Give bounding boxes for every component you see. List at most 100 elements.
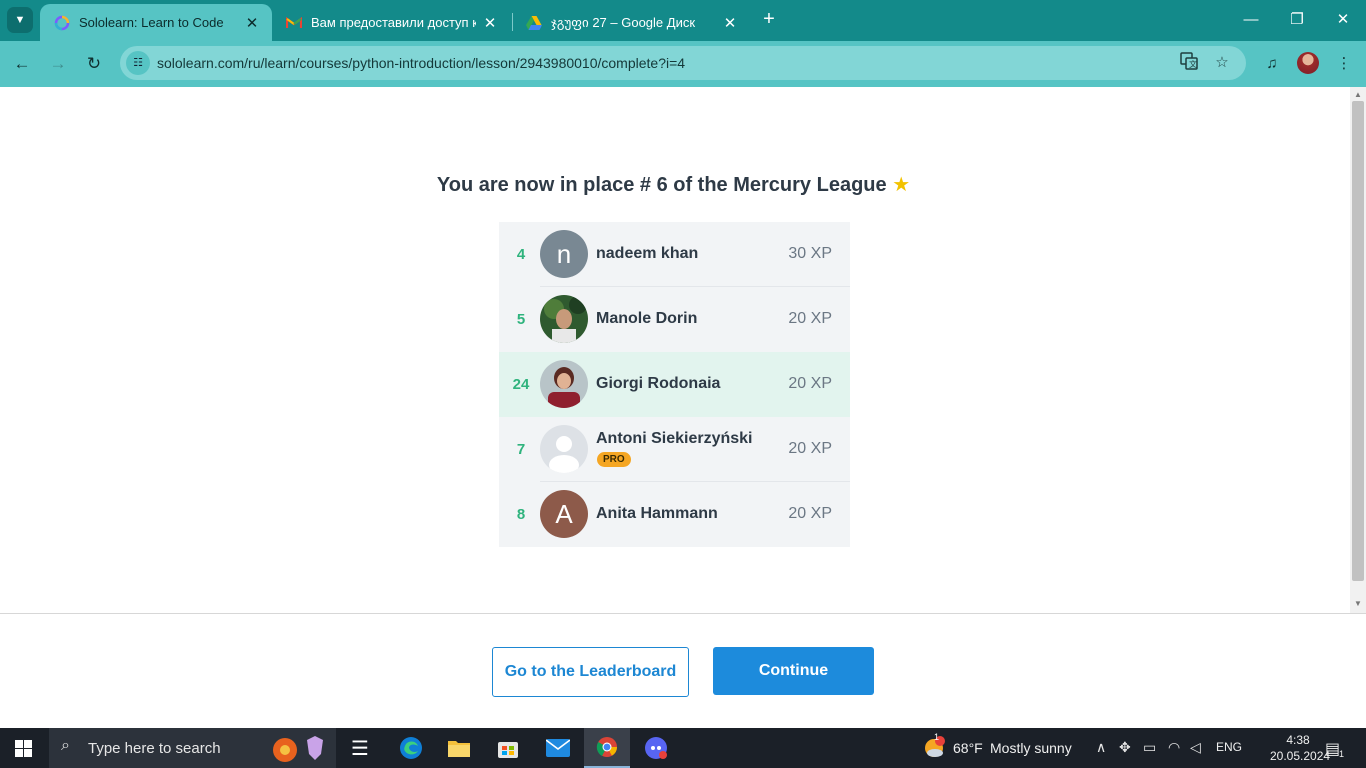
- leaderboard-row[interactable]: 4 n nadeem khan 30 XP: [499, 222, 850, 287]
- lesson-actions-bar: Go to the Leaderboard Continue: [0, 613, 1366, 728]
- tab-google-drive[interactable]: ჯგუფი 27 – Google Диск ✕: [512, 4, 750, 41]
- xp-value: 20 XP: [788, 505, 832, 522]
- chrome-app-icon[interactable]: [584, 728, 630, 768]
- weather-badge: 1: [934, 732, 940, 742]
- weather-temp[interactable]: 68°F: [953, 740, 983, 756]
- sololearn-favicon-icon: [54, 15, 70, 31]
- google-drive-favicon-icon: [526, 15, 542, 31]
- lesson-complete-page: You are now in place # 6 of the Mercury …: [0, 87, 1350, 614]
- tab-title: ჯგუფი 27 – Google Диск: [551, 14, 696, 30]
- league-place-headline: You are now in place # 6 of the Mercury …: [0, 172, 1347, 197]
- close-tab-icon[interactable]: ✕: [722, 14, 738, 32]
- system-clock[interactable]: 4:38 20.05.2024: [1270, 732, 1331, 764]
- go-to-leaderboard-button[interactable]: Go to the Leaderboard: [492, 647, 689, 697]
- user-photo-icon: [540, 360, 588, 408]
- windows-start-icon[interactable]: [15, 740, 32, 757]
- leaderboard-list: 4 n nadeem khan 30 XP 5 Manole Dorin 20: [499, 222, 850, 547]
- leaderboard-row[interactable]: 5 Manole Dorin 20 XP: [499, 287, 850, 352]
- headline-text: You are now in place # 6 of the Mercury …: [436, 174, 887, 196]
- browser-tab-strip: ▼ Sololearn: Learn to Code ✕ Вам предост…: [0, 0, 1366, 41]
- tab-search-button[interactable]: ▼: [7, 7, 33, 33]
- new-tab-button[interactable]: +: [758, 8, 780, 30]
- tab-gmail[interactable]: Вам предоставили доступ к папке ✕: [272, 4, 510, 41]
- language-indicator[interactable]: ENG: [1216, 740, 1242, 754]
- search-placeholder[interactable]: Type here to search: [88, 740, 221, 757]
- scroll-down-icon[interactable]: ▼: [1353, 599, 1363, 608]
- microsoft-store-icon[interactable]: [485, 728, 531, 768]
- rank-number: 24: [512, 376, 530, 393]
- file-explorer-icon[interactable]: [436, 728, 482, 768]
- leaderboard-row[interactable]: 7 Antoni Siekierzyński PRO 20 XP: [499, 417, 850, 482]
- user-photo-icon: [540, 295, 588, 343]
- rank-number: 5: [516, 311, 526, 328]
- close-window-button[interactable]: ✕: [1329, 8, 1357, 32]
- avatar: n: [540, 230, 588, 278]
- menu-kebab-icon[interactable]: ⋮: [1331, 51, 1357, 77]
- clock-date: 20.05.2024: [1270, 749, 1331, 763]
- user-name: Giorgi Rodonaia: [596, 375, 721, 392]
- tab-title: Вам предоставили доступ к папке: [311, 15, 476, 30]
- chevron-down-icon: ▼: [14, 14, 26, 26]
- user-name: Antoni Siekierzyński: [596, 430, 753, 447]
- task-view-icon[interactable]: ☰: [337, 728, 383, 768]
- security-tray-icon[interactable]: ✥: [1119, 739, 1131, 756]
- discord-app-icon[interactable]: [633, 728, 679, 768]
- translate-icon[interactable]: 文: [1178, 52, 1200, 74]
- avatar: [540, 295, 588, 343]
- search-icon: ⌕: [61, 737, 70, 754]
- xp-value: 20 XP: [788, 440, 832, 457]
- address-bar[interactable]: ☷ sololearn.com/ru/learn/courses/python-…: [120, 46, 1246, 80]
- close-tab-icon[interactable]: ✕: [244, 14, 260, 32]
- wifi-icon[interactable]: ◠: [1168, 739, 1180, 756]
- close-tab-icon[interactable]: ✕: [482, 14, 498, 32]
- browser-toolbar: ← → ↻ ☷ sololearn.com/ru/learn/courses/p…: [0, 41, 1366, 87]
- rank-number: 4: [516, 246, 526, 263]
- leaderboard-row[interactable]: 8 A Anita Hammann 20 XP: [499, 482, 850, 547]
- star-burst-icon: ★: [892, 174, 911, 196]
- scroll-up-icon[interactable]: ▲: [1353, 90, 1363, 99]
- forward-button[interactable]: →: [45, 51, 71, 77]
- avatar-letter: A: [555, 498, 573, 529]
- leaderboard-row-current-user[interactable]: 24 Giorgi Rodonaia 20 XP: [499, 352, 850, 417]
- tab-sololearn[interactable]: Sololearn: Learn to Code ✕: [40, 4, 272, 41]
- user-name: Anita Hammann: [596, 505, 718, 522]
- weather-text[interactable]: Mostly sunny: [990, 740, 1072, 756]
- bookmark-star-icon[interactable]: ☆: [1211, 52, 1233, 74]
- reload-button[interactable]: ↻: [81, 51, 107, 77]
- avatar: A: [540, 490, 588, 538]
- rank-number: 7: [516, 441, 526, 458]
- gmail-favicon-icon: [286, 15, 302, 31]
- notification-center-icon[interactable]: ▤: [1325, 739, 1340, 759]
- restore-button[interactable]: ❐: [1283, 8, 1311, 32]
- profile-avatar[interactable]: [1297, 52, 1319, 74]
- user-name: Manole Dorin: [596, 310, 698, 327]
- pro-badge: PRO: [597, 452, 631, 467]
- continue-button[interactable]: Continue: [713, 647, 874, 695]
- clock-time: 4:38: [1286, 733, 1310, 747]
- scroll-thumb[interactable]: [1352, 101, 1364, 581]
- default-user-icon: [540, 425, 588, 473]
- user-name: nadeem khan: [596, 245, 699, 262]
- page-scrollbar[interactable]: ▲ ▼: [1350, 87, 1366, 614]
- xp-value: 30 XP: [788, 245, 832, 262]
- chevron-up-icon[interactable]: ∧: [1096, 739, 1106, 756]
- media-control-icon[interactable]: ♫: [1259, 51, 1285, 77]
- back-button[interactable]: ←: [9, 51, 35, 77]
- avatar: [540, 360, 588, 408]
- xp-value: 20 XP: [788, 310, 832, 327]
- taskbar-search[interactable]: ⌕ Type here to search: [49, 728, 336, 768]
- search-highlight-flower-icon: [273, 736, 323, 762]
- edge-app-icon[interactable]: [388, 728, 434, 768]
- notification-count: 1: [1339, 749, 1345, 759]
- minimize-button[interactable]: —: [1237, 8, 1265, 32]
- xp-value: 20 XP: [788, 375, 832, 392]
- url-text[interactable]: sololearn.com/ru/learn/courses/python-in…: [157, 55, 685, 71]
- mail-app-icon[interactable]: [535, 728, 581, 768]
- volume-icon[interactable]: ◁: [1190, 739, 1201, 756]
- tab-title: Sololearn: Learn to Code: [79, 15, 224, 30]
- battery-icon[interactable]: ▭: [1143, 739, 1156, 756]
- avatar-letter: n: [556, 238, 572, 269]
- site-info-icon[interactable]: ☷: [126, 51, 150, 75]
- avatar: [540, 425, 588, 473]
- svg-text:文: 文: [1189, 59, 1197, 69]
